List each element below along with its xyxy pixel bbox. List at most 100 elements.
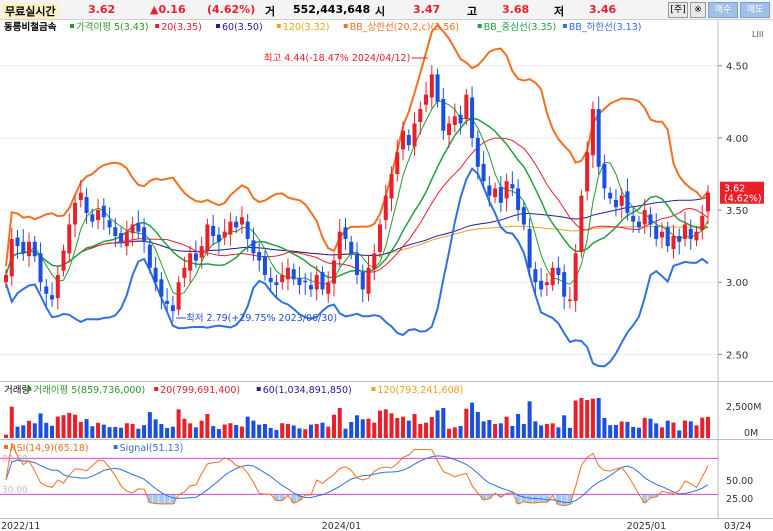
candle-body <box>636 221 641 228</box>
high-annotation: 최고 4.44(-18.47% 2024/04/12) <box>264 53 411 64</box>
volume-bar <box>475 412 480 438</box>
volume-bar <box>27 420 32 438</box>
candle-body <box>590 109 595 156</box>
volume-bar <box>239 426 244 438</box>
volume-bar <box>205 414 210 438</box>
candle-body <box>596 109 601 167</box>
volume-bar <box>625 421 630 438</box>
settings-button[interactable]: ※ <box>690 2 706 18</box>
quote-bar: 무료실시간 3.62 ▲0.16 (4.62%) 거 552,443,648 시… <box>0 0 773 20</box>
candle-body <box>705 192 711 212</box>
legend-label: 60(3.50) <box>222 22 263 33</box>
candle-body <box>297 277 302 286</box>
candle-body <box>343 227 348 239</box>
buy-button[interactable]: 매수 <box>708 2 738 18</box>
volume-tick-label: 0M <box>744 428 758 439</box>
candle-body <box>32 241 37 257</box>
candle-body <box>458 114 463 124</box>
candle-body <box>193 253 198 261</box>
volume-bar <box>182 418 187 438</box>
candle-body <box>694 231 699 241</box>
volume-bar <box>101 424 106 438</box>
candle-body <box>303 280 308 283</box>
volume-bar <box>406 420 411 438</box>
volume-bar <box>510 426 515 438</box>
volume-bar <box>297 428 302 438</box>
volume-bar <box>291 425 296 438</box>
volume-bar <box>170 426 175 438</box>
candle-body <box>268 277 273 283</box>
volume-bar <box>544 424 549 438</box>
volume-bar <box>700 417 705 438</box>
stock-type-button[interactable]: [주] <box>668 2 688 18</box>
candle-body <box>147 244 152 268</box>
volume-bar <box>573 400 578 438</box>
candle-body <box>406 135 411 146</box>
candle-body <box>493 188 498 198</box>
volume-bar <box>124 423 129 438</box>
open-label: 시 <box>375 5 386 18</box>
candle-body <box>504 181 509 199</box>
volume-bar <box>694 425 699 438</box>
volume-bar <box>464 408 469 438</box>
legend-swatch <box>70 24 74 28</box>
rsi-tick-label: 25.00 <box>726 494 753 505</box>
legend-swatch <box>113 445 118 449</box>
candle-body <box>61 250 66 271</box>
candle-body <box>182 267 187 278</box>
candle-body <box>550 267 555 286</box>
price-tick-label: 3.00 <box>726 278 748 289</box>
volume-bar <box>234 425 239 438</box>
candle-body <box>153 267 158 283</box>
volume-bar <box>245 416 250 438</box>
candle-body <box>602 163 607 189</box>
legend-label: 거래량 <box>4 384 30 396</box>
candle-body <box>378 224 383 252</box>
candle-body <box>625 191 630 213</box>
volume-chart[interactable]: 거래량 거래이평 5(859,736,000) 20(799,691,400) 60(… <box>0 382 773 440</box>
volume-bar <box>67 412 72 438</box>
volume-bar <box>280 423 285 438</box>
volume-bar <box>251 420 256 438</box>
candle-body <box>136 223 141 232</box>
volume-bar <box>113 426 118 438</box>
candle-body <box>372 253 377 270</box>
candle-body <box>429 74 434 98</box>
volume-value: 552,443,648 <box>293 3 371 16</box>
legend-swatch <box>276 24 281 28</box>
date-tick-label: 03/24 <box>724 521 751 531</box>
candle-body <box>308 285 313 290</box>
candle-body <box>211 225 216 237</box>
volume-bar <box>90 426 95 438</box>
volume-bar <box>84 419 89 438</box>
rsi-chart[interactable]: RSI(14,9)(65.18) Signal(51.13) 80.00 30.00… <box>0 440 773 518</box>
candle-body <box>665 227 670 247</box>
volume-bar <box>61 415 66 438</box>
candle-body <box>677 236 682 242</box>
candle-body <box>688 228 693 239</box>
legend-label: BB_하한선(3.13) <box>569 21 642 33</box>
low-value: 3.46 <box>589 3 617 16</box>
current-price: 3.62 <box>88 3 116 16</box>
volume-bar <box>504 416 509 438</box>
price-chart[interactable]: 동릉비철금속 가격이평 5(3.43) 20(3.35) 60(3.50) 120(3.… <box>0 20 773 382</box>
candle-body <box>498 186 503 203</box>
legend-label: BB_중심선(3.35) <box>484 22 557 33</box>
candle-body <box>441 98 446 131</box>
candle-body <box>516 188 521 211</box>
candle-body <box>579 195 584 252</box>
sell-button[interactable]: 매도 <box>740 2 770 18</box>
volume-bar <box>481 421 486 438</box>
volume-bar <box>602 418 607 438</box>
volume-label: 거 <box>265 5 276 18</box>
candle-body <box>165 300 170 304</box>
candle-body <box>383 195 388 221</box>
volume-bar <box>441 408 446 438</box>
candle-body <box>337 231 342 260</box>
volume-bar <box>682 420 687 438</box>
volume-bar <box>262 424 267 438</box>
volume-bar <box>671 422 676 438</box>
candle-body <box>280 274 285 283</box>
candle-body <box>291 269 296 280</box>
volume-bar <box>631 426 636 438</box>
